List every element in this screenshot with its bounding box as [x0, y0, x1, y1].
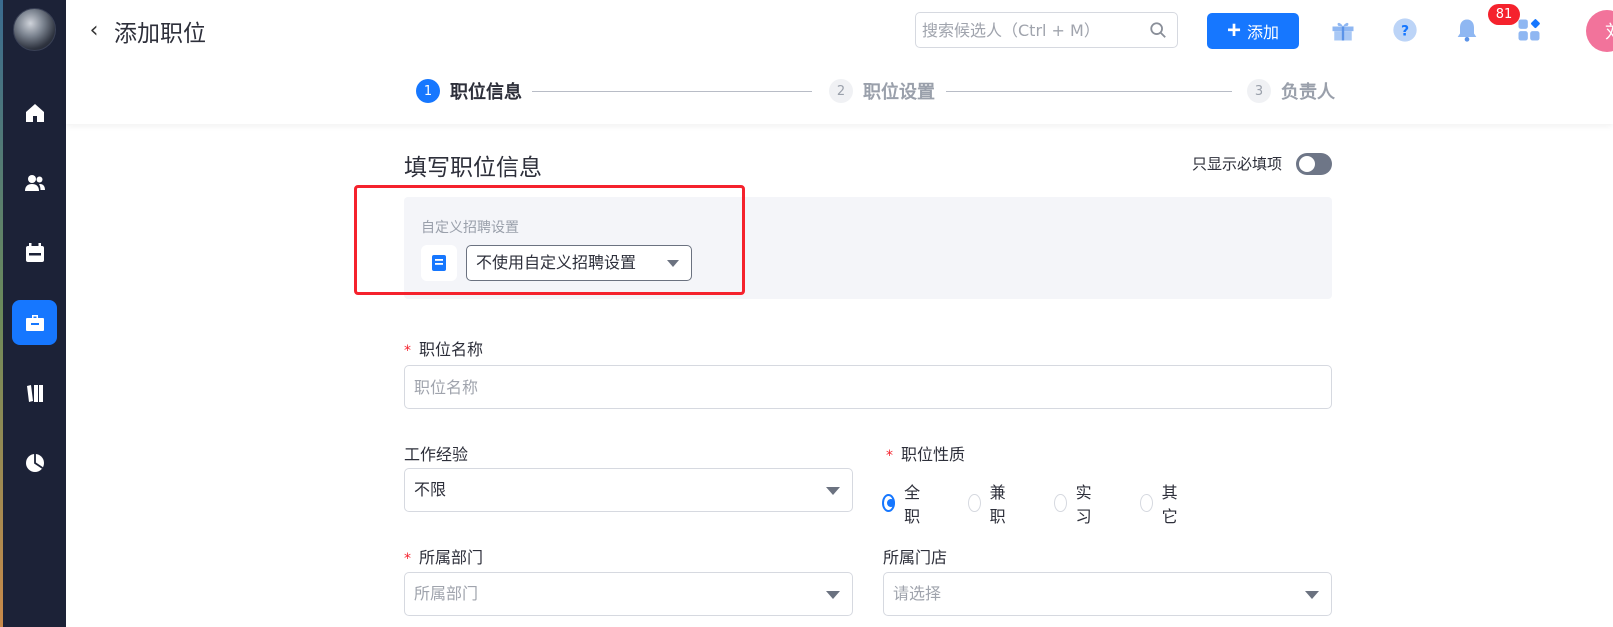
radio-other[interactable]: 其它 — [1140, 479, 1183, 527]
sidebar-item-calendar[interactable] — [12, 230, 57, 275]
back-button[interactable]: ‹ — [84, 16, 104, 44]
step-number: 1 — [416, 79, 440, 103]
user-avatar-text: 刘 — [1605, 18, 1613, 44]
step-number: 3 — [1247, 79, 1271, 103]
caret-down-icon — [1305, 591, 1319, 599]
department-placeholder: 所属部门 — [414, 584, 479, 603]
bell-icon[interactable] — [1451, 14, 1483, 46]
radio-dot — [968, 494, 981, 512]
required-only-label: 只显示必填项 — [1192, 155, 1283, 173]
home-icon — [25, 103, 44, 122]
experience-select[interactable]: 不限 — [404, 468, 853, 512]
radio-dot — [882, 494, 896, 512]
search-icon[interactable] — [1149, 21, 1167, 39]
radio-dot — [1054, 494, 1067, 512]
page-title: 添加职位 — [114, 21, 206, 47]
required-mark: * — [886, 448, 893, 464]
sidebar-item-positions[interactable] — [12, 300, 57, 345]
step-connector — [532, 91, 812, 92]
sidebar-item-home[interactable] — [12, 90, 57, 135]
sidebar-item-candidates[interactable] — [12, 160, 57, 205]
users-icon — [24, 174, 45, 191]
step-label-owner[interactable]: 负责人 — [1281, 78, 1335, 104]
store-placeholder: 请选择 — [893, 584, 942, 603]
caret-down-icon — [826, 487, 840, 495]
gift-icon[interactable] — [1327, 14, 1359, 46]
radio-dot — [1140, 494, 1153, 512]
position-name-input[interactable] — [414, 366, 1331, 408]
candidate-search[interactable] — [915, 12, 1178, 48]
plus-icon: + — [1226, 17, 1241, 44]
experience-value: 不限 — [414, 480, 447, 499]
sidebar-item-reports[interactable] — [12, 440, 57, 485]
calendar-icon — [25, 242, 44, 262]
step-indicator: 1 职位信息 2 职位设置 3 负责人 — [66, 76, 1613, 104]
step-connector — [946, 91, 1232, 92]
step-label-position-info[interactable]: 职位信息 — [450, 78, 522, 104]
toggle-knob — [1299, 156, 1315, 172]
store-select[interactable]: 请选择 — [883, 572, 1332, 616]
books-icon — [26, 384, 43, 402]
position-type-label: * 职位性质 — [886, 445, 966, 464]
help-icon[interactable]: ? — [1389, 14, 1421, 46]
company-avatar[interactable] — [13, 8, 56, 51]
position-name-label: * 职位名称 — [404, 340, 484, 359]
step-label-position-settings[interactable]: 职位设置 — [863, 78, 935, 104]
experience-label: 工作经验 — [404, 445, 469, 464]
required-mark: * — [404, 343, 411, 359]
required-mark: * — [404, 551, 411, 567]
user-avatar[interactable]: 刘 — [1586, 10, 1613, 52]
caret-down-icon — [826, 591, 840, 599]
required-only-toggle[interactable] — [1296, 153, 1332, 175]
radio-full-time[interactable]: 全职 — [882, 479, 925, 527]
briefcase-icon — [25, 314, 44, 331]
sidebar-item-library[interactable] — [12, 370, 57, 415]
annotation-highlight-box — [354, 185, 745, 295]
sidebar — [3, 0, 66, 627]
department-label: * 所属部门 — [404, 548, 484, 567]
add-button-label: 添加 — [1247, 25, 1280, 42]
department-select[interactable]: 所属部门 — [404, 572, 853, 616]
search-input[interactable] — [922, 13, 1142, 47]
add-button[interactable]: + 添加 — [1207, 13, 1299, 49]
radio-part-time[interactable]: 兼职 — [968, 479, 1011, 527]
store-label: 所属门店 — [883, 548, 948, 567]
top-header: ‹ 添加职位 + 添加 ? 81 刘 1 职位信息 2 职位设置 3 负责人 — [66, 0, 1613, 124]
chevron-left-icon: ‹ — [89, 17, 99, 43]
radio-internship[interactable]: 实习 — [1054, 479, 1097, 527]
section-title: 填写职位信息 — [404, 155, 542, 181]
svg-text:?: ? — [1401, 23, 1409, 39]
pie-chart-icon — [25, 453, 44, 472]
position-name-field[interactable] — [404, 365, 1332, 409]
apps-icon[interactable] — [1513, 14, 1545, 46]
step-number: 2 — [829, 79, 853, 103]
